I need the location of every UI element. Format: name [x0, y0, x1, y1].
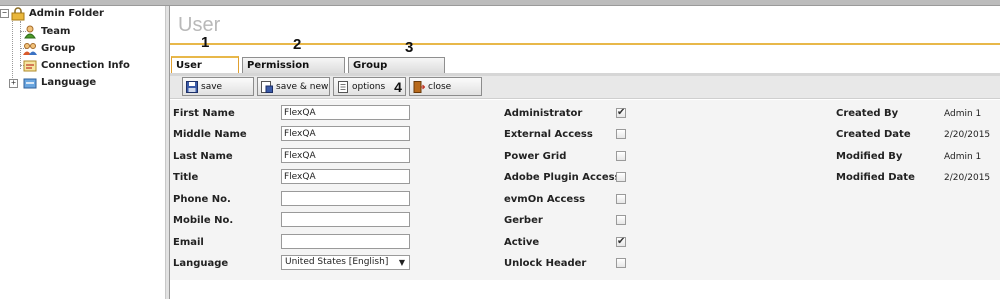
- callout-4: 4: [394, 78, 402, 95]
- tab-permission-summary[interactable]: Permission Summary: [242, 57, 345, 87]
- external-access-checkbox[interactable]: [616, 129, 626, 139]
- created-by-label: Created By: [836, 108, 899, 119]
- power-grid-checkbox[interactable]: [616, 151, 626, 161]
- tree-line: [12, 16, 13, 84]
- save-disk-icon: [186, 80, 198, 93]
- adobe-plugin-checkbox[interactable]: [616, 172, 626, 182]
- close-button[interactable]: close: [409, 77, 482, 96]
- team-user-icon: [23, 25, 37, 39]
- close-label: close: [428, 81, 452, 92]
- mobile-field[interactable]: [281, 212, 410, 227]
- last-name-label: Last Name: [173, 151, 233, 162]
- options-button[interactable]: options 4: [333, 77, 406, 96]
- save-label: save: [201, 81, 223, 92]
- evmon-checkbox[interactable]: [616, 194, 626, 204]
- page-title: User: [178, 14, 221, 36]
- tree-item-connection-info[interactable]: Connection Info: [23, 57, 130, 74]
- created-by-value: Admin 1: [944, 109, 982, 119]
- callout-1: 1: [201, 34, 210, 51]
- external-access-label: External Access: [504, 129, 593, 140]
- modified-date-label: Modified Date: [836, 172, 915, 183]
- title-field[interactable]: FlexQA: [281, 169, 410, 184]
- middle-name-label: Middle Name: [173, 129, 247, 140]
- power-grid-label: Power Grid: [504, 151, 567, 162]
- sidebar-tree: − Admin Folder Team Group Connection Inf…: [0, 6, 165, 299]
- tree-item-label: Language: [41, 77, 97, 88]
- tree-collapse-icon[interactable]: −: [0, 9, 9, 18]
- email-field[interactable]: [281, 234, 410, 249]
- main-panel: User 1 2 3 User Options Permission Summa…: [170, 6, 1000, 299]
- first-name-label: First Name: [173, 108, 235, 119]
- mobile-label: Mobile No.: [173, 215, 234, 226]
- tree-item-group[interactable]: Group: [23, 40, 75, 57]
- save-new-label: save & new: [276, 81, 329, 92]
- phone-field[interactable]: [281, 191, 410, 206]
- unlock-header-checkbox[interactable]: [616, 258, 626, 268]
- unlock-header-label: Unlock Header: [504, 258, 587, 269]
- language-globe-icon: [23, 76, 37, 90]
- tree-item-admin-folder[interactable]: Admin Folder: [11, 5, 104, 22]
- callout-2: 2: [293, 36, 302, 53]
- tree-item-language[interactable]: Language: [23, 74, 96, 91]
- modified-by-label: Modified By: [836, 151, 903, 162]
- dropdown-arrow-icon: ▼: [398, 258, 405, 267]
- tree-expand-icon[interactable]: +: [9, 79, 18, 88]
- close-door-icon: [413, 80, 426, 93]
- administrator-label: Administrator: [504, 108, 583, 119]
- options-icon: [337, 80, 349, 93]
- gerber-checkbox[interactable]: [616, 215, 626, 225]
- first-name-field[interactable]: FlexQA: [281, 105, 410, 120]
- email-label: Email: [173, 237, 204, 248]
- save-new-icon: [261, 80, 273, 93]
- active-checkbox[interactable]: ✔: [616, 237, 626, 247]
- title-label: Title: [173, 172, 199, 183]
- options-label: options: [352, 81, 386, 92]
- language-select-value: United States [English]: [285, 257, 389, 267]
- language-select[interactable]: United States [English] ▼: [281, 255, 410, 270]
- lock-folder-icon: [11, 6, 25, 21]
- gerber-label: Gerber: [504, 215, 543, 226]
- last-name-field[interactable]: FlexQA: [281, 148, 410, 163]
- active-label: Active: [504, 237, 540, 248]
- tab-group-membership[interactable]: Group Membership: [348, 57, 445, 87]
- user-form: First Name FlexQA Middle Name FlexQA Las…: [170, 100, 1000, 280]
- language-label: Language: [173, 258, 229, 269]
- adobe-plugin-label: Adobe Plugin Access: [504, 172, 621, 183]
- tree-line: [20, 21, 21, 69]
- group-users-icon: [23, 42, 37, 56]
- tree-item-label: Connection Info: [41, 60, 130, 71]
- phone-label: Phone No.: [173, 194, 231, 205]
- administrator-checkbox[interactable]: ✔: [616, 108, 626, 118]
- callout-3: 3: [405, 39, 414, 56]
- middle-name-field[interactable]: FlexQA: [281, 126, 410, 141]
- tab-user-options[interactable]: User Options: [171, 56, 239, 87]
- tree-item-label: Group: [41, 43, 76, 54]
- evmon-label: evmOn Access: [504, 194, 586, 205]
- created-date-value: 2/20/2015: [944, 130, 991, 140]
- modified-by-value: Admin 1: [944, 152, 982, 162]
- tree-item-label: Admin Folder: [29, 8, 104, 19]
- connection-info-icon: [23, 59, 37, 73]
- save-button[interactable]: save: [182, 77, 254, 96]
- modified-date-value: 2/20/2015: [944, 173, 991, 183]
- save-new-button[interactable]: save & new: [257, 77, 330, 96]
- toolbar: save save & new options 4 close: [170, 76, 1000, 99]
- tree-item-team[interactable]: Team: [23, 23, 70, 40]
- tree-item-label: Team: [41, 26, 71, 37]
- created-date-label: Created Date: [836, 129, 911, 140]
